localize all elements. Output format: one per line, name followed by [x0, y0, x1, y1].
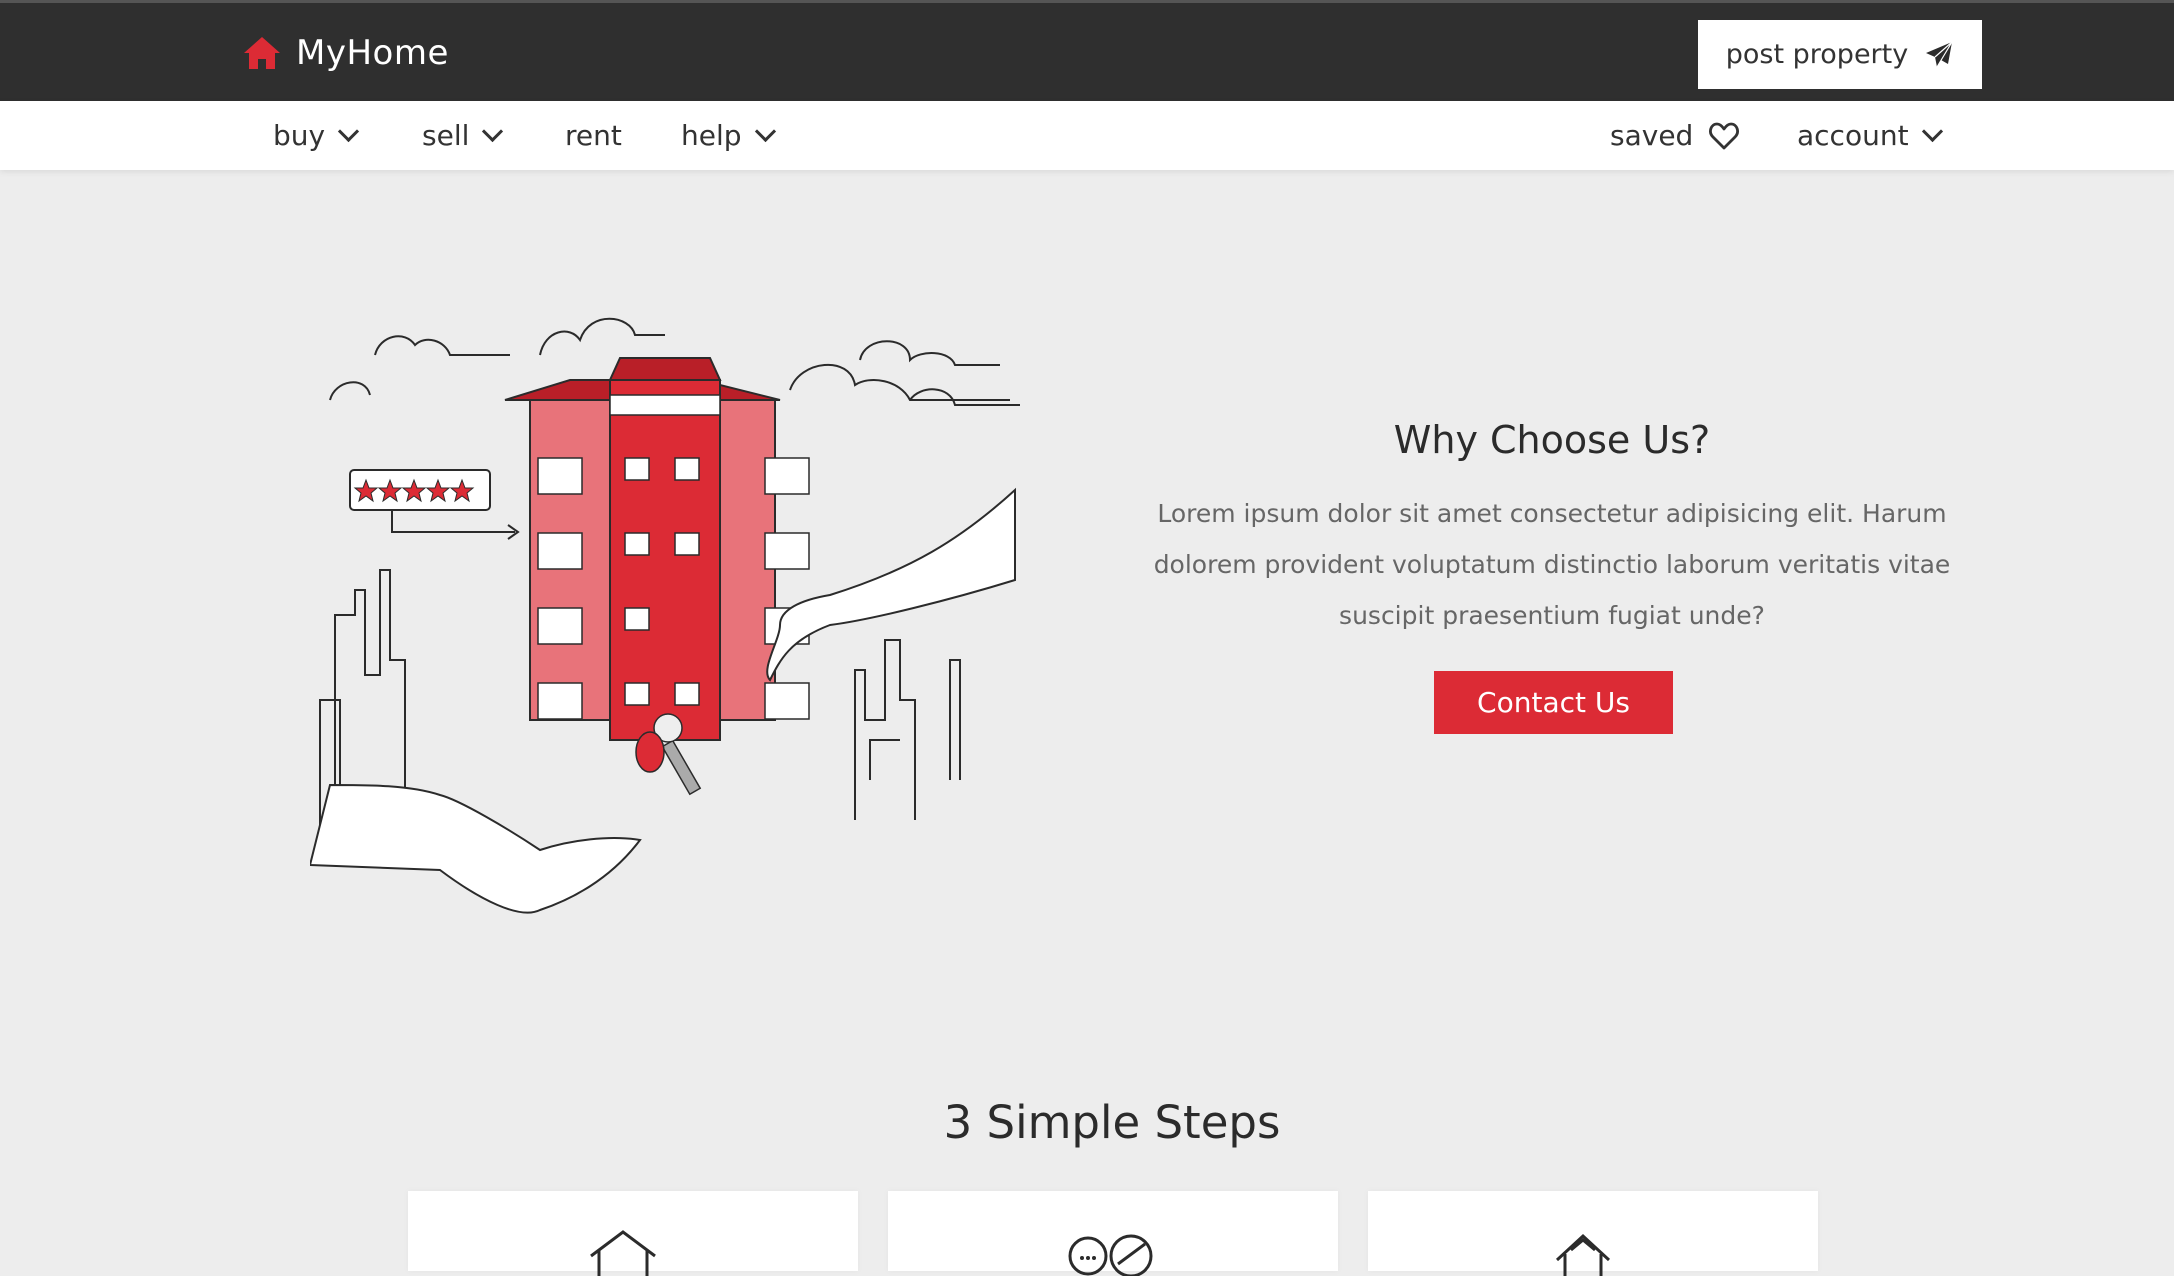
why-choose-us-text: Lorem ipsum dolor sit amet consectetur a…	[1153, 499, 1951, 630]
nav-help-label: help	[681, 119, 742, 152]
nav-bar: buy sell rent help saved account	[0, 101, 2174, 170]
brand-name: MyHome	[296, 33, 449, 73]
nav-buy[interactable]: buy	[273, 101, 360, 170]
house-search-icon	[590, 1230, 656, 1276]
nav-saved[interactable]: saved	[1610, 101, 1740, 170]
chevron-down-icon	[754, 120, 776, 143]
heart-icon	[1709, 122, 1740, 149]
chevron-down-icon	[337, 120, 360, 143]
nav-rent[interactable]: rent	[565, 101, 622, 170]
nav-saved-label: saved	[1610, 119, 1694, 152]
contact-us-button[interactable]: Contact Us	[1434, 671, 1673, 734]
steps-title: 3 Simple Steps	[943, 1096, 1281, 1149]
post-property-button[interactable]: post property	[1698, 20, 1982, 89]
chevron-down-icon	[1921, 120, 1943, 143]
step-card	[888, 1191, 1338, 1276]
home-icon	[244, 37, 280, 69]
nav-sell[interactable]: sell	[422, 101, 504, 170]
post-property-label: post property	[1725, 39, 1909, 70]
nav-buy-label: buy	[273, 119, 326, 152]
step-card	[1368, 1191, 1818, 1276]
logo[interactable]: MyHome	[242, 33, 449, 73]
chat-icon	[1068, 1234, 1153, 1276]
nav-account[interactable]: account	[1797, 101, 1943, 170]
step-card	[408, 1191, 858, 1276]
house-icon	[1555, 1233, 1611, 1276]
top-bar: MyHome post property	[0, 0, 2174, 101]
nav-sell-label: sell	[422, 119, 470, 152]
nav-help[interactable]: help	[681, 101, 776, 170]
why-choose-us-title: Why Choose Us?	[1393, 418, 1711, 462]
nav-rent-label: rent	[565, 119, 622, 152]
apartment-handover-illustration	[310, 317, 1020, 914]
nav-account-label: account	[1797, 119, 1909, 152]
paper-plane-icon	[1926, 41, 1953, 67]
chevron-down-icon	[482, 120, 504, 143]
